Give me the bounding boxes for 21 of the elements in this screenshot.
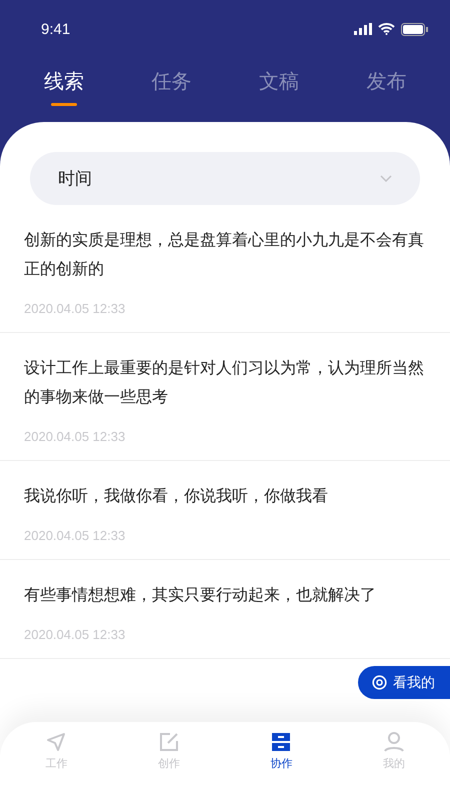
item-text: 我说你听，我做你看，你说我听，你做我看 [24,485,329,507]
send-icon [46,732,66,752]
chevron-down-icon [380,175,392,182]
user-icon [384,732,404,752]
view-mine-button[interactable]: 看我的 [358,666,450,699]
time-dropdown[interactable]: 时间 [30,152,420,205]
item-text: 有些事情想想难，其实只要行动起来，也就解决了 [24,584,377,606]
tab[interactable]: 任务 [151,58,192,108]
signal-icon [354,23,372,35]
item-text: 创新的实质是理想，总是盘算着心里的小九九是不会有真正的创新的 [24,229,425,280]
tab[interactable]: 线索 [44,58,84,108]
tab[interactable]: 文稿 [258,58,299,108]
edit-icon [158,732,179,752]
battery-icon [401,22,428,36]
eye-icon [372,675,387,690]
tab[interactable]: 发布 [366,58,406,108]
wifi-icon [378,23,395,35]
item-text: 设计工作上最重要的是针对人们习以为常，认为理所当然的事物来做一些思考 [24,357,425,408]
nav-item[interactable]: 协作 [251,732,312,782]
status-time: 9:41 [41,20,70,38]
drawer-icon [271,732,292,752]
